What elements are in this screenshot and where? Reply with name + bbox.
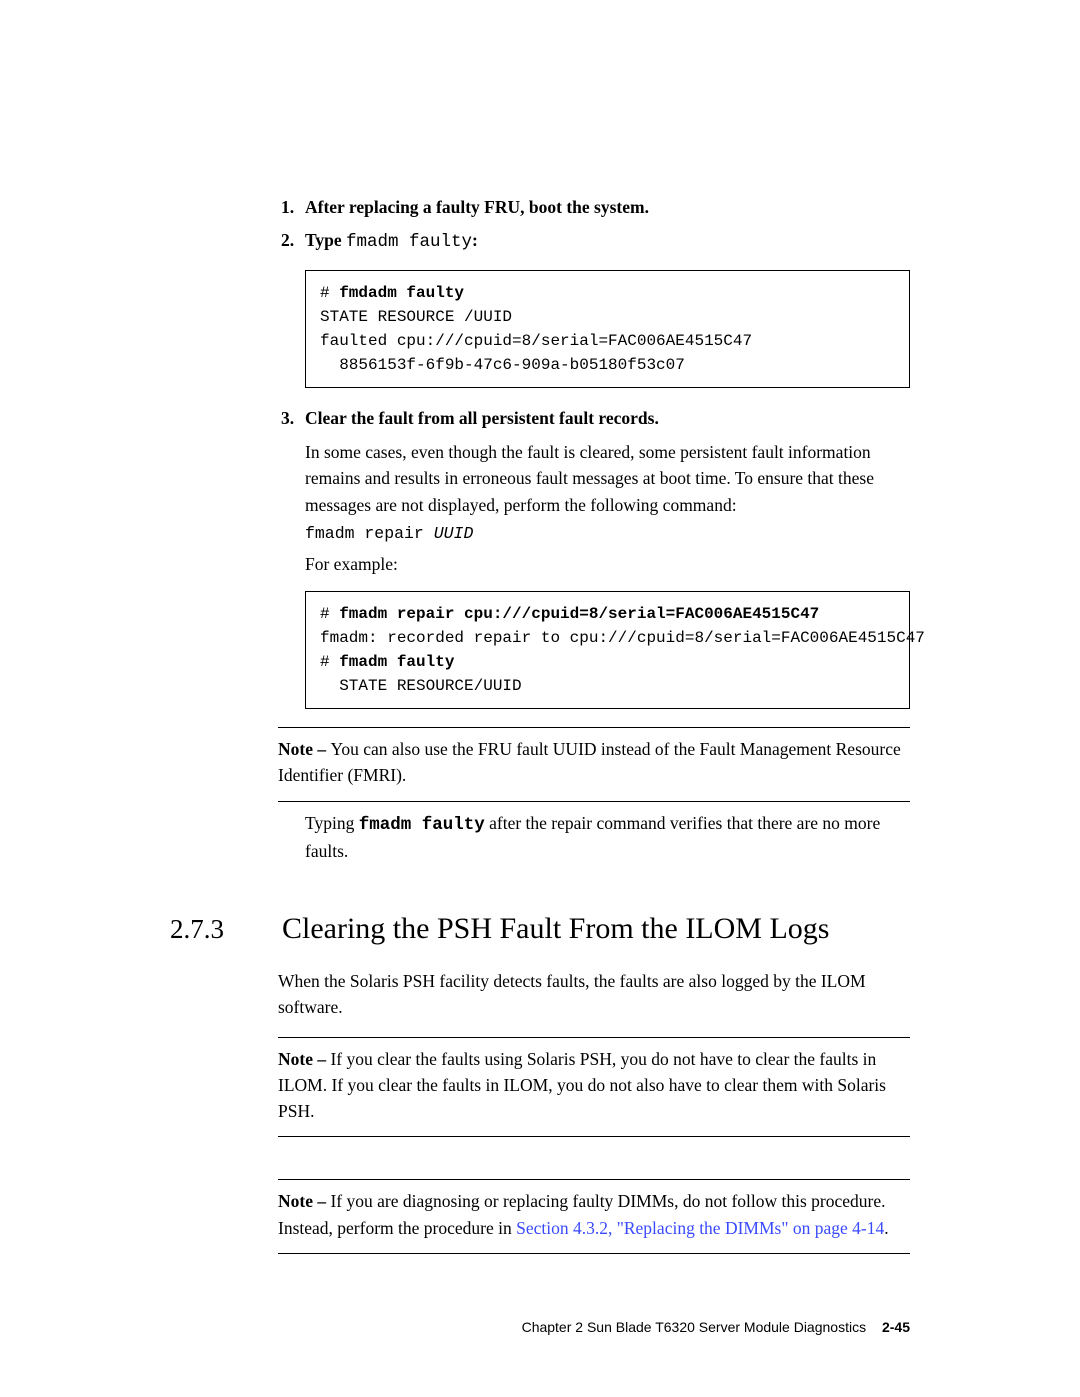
code-line: 8856153f-6f9b-47c6-909a-b05180f53c07: [320, 356, 685, 374]
page: 1. After replacing a faulty FRU, boot th…: [0, 0, 1080, 1397]
code-block-2: # fmadm repair cpu:///cpuid=8/serial=FAC…: [305, 591, 910, 709]
cmd-text: fmadm repair: [305, 524, 434, 543]
after-repair-text: Typing fmadm faulty after the repair com…: [305, 810, 910, 865]
note-3: Note – If you are diagnosing or replacin…: [278, 1188, 910, 1241]
text-a: Typing: [305, 813, 359, 833]
for-example: For example:: [305, 551, 910, 577]
divider: [278, 727, 910, 728]
step-number: 1.: [281, 195, 294, 220]
footer-page-number: 2-45: [882, 1319, 910, 1335]
code-line-cmd: fmadm faulty: [339, 653, 454, 671]
step-number: 3.: [281, 406, 294, 431]
section-intro: When the Solaris PSH facility detects fa…: [278, 968, 910, 1021]
footer-chapter: Chapter 2 Sun Blade T6320 Server Module …: [522, 1319, 867, 1335]
step-text-a: Type: [305, 230, 346, 250]
page-footer: Chapter 2 Sun Blade T6320 Server Module …: [522, 1319, 910, 1335]
code-block-1: # fmdadm faulty STATE RESOURCE /UUID fau…: [305, 270, 910, 388]
divider: [278, 1037, 910, 1038]
code-line: STATE RESOURCE /UUID: [320, 308, 512, 326]
step-text-b: :: [472, 230, 478, 250]
ordered-steps: 1. After replacing a faulty FRU, boot th…: [278, 195, 910, 256]
note-text: You can also use the FRU fault UUID inst…: [278, 739, 901, 785]
cmd-repair: fmadm repair UUID: [305, 524, 910, 543]
code-line: fmadm: recorded repair to cpu:///cpuid=8…: [320, 629, 925, 647]
section-body: When the Solaris PSH facility detects fa…: [278, 968, 910, 1254]
note-lead: Note –: [278, 739, 330, 759]
note-2: Note – If you clear the faults using Sol…: [278, 1046, 910, 1125]
note-lead: Note –: [278, 1049, 330, 1069]
note-text: If you clear the faults using Solaris PS…: [278, 1049, 886, 1122]
note-lead: Note –: [278, 1191, 330, 1211]
cmd-arg: UUID: [434, 524, 474, 543]
divider: [278, 801, 910, 802]
code-line-prompt: #: [320, 605, 339, 623]
code-line-cmd: fmadm repair cpu:///cpuid=8/serial=FAC00…: [339, 605, 819, 623]
section-number: 2.7.3: [170, 914, 224, 945]
code-container-1: # fmdadm faulty STATE RESOURCE /UUID fau…: [278, 270, 910, 388]
step-cmd: fmadm faulty: [346, 232, 472, 252]
section-heading: 2.7.3 Clearing the PSH Fault From the IL…: [170, 912, 910, 946]
step-text: Clear the fault from all persistent faul…: [305, 408, 659, 428]
divider: [278, 1253, 910, 1254]
step-number: 2.: [281, 228, 294, 253]
step-3: 3. Clear the fault from all persistent f…: [305, 406, 910, 431]
section-title: Clearing the PSH Fault From the ILOM Log…: [282, 912, 829, 946]
step3-body: In some cases, even though the fault is …: [278, 439, 910, 709]
divider: [278, 1179, 910, 1180]
step-2: 2. Type fmadm faulty:: [305, 228, 910, 255]
ordered-steps-cont: 3. Clear the fault from all persistent f…: [278, 406, 910, 431]
code-line-prompt: #: [320, 284, 339, 302]
note-1: Note – You can also use the FRU fault UU…: [278, 736, 910, 789]
note-1-block: Note – You can also use the FRU fault UU…: [278, 727, 910, 864]
step-text: After replacing a faulty FRU, boot the s…: [305, 197, 649, 217]
divider: [278, 1136, 910, 1137]
inline-cmd: fmadm faulty: [359, 815, 485, 835]
step-1: 1. After replacing a faulty FRU, boot th…: [305, 195, 910, 220]
code-line-prompt: #: [320, 653, 339, 671]
code-line: STATE RESOURCE/UUID: [320, 677, 522, 695]
code-line-cmd: fmdadm faulty: [339, 284, 464, 302]
code-line: faulted cpu:///cpuid=8/serial=FAC006AE45…: [320, 332, 752, 350]
para-clear-fault: In some cases, even though the fault is …: [305, 439, 910, 518]
cross-ref-link[interactable]: Section 4.3.2, "Replacing the DIMMs" on …: [516, 1218, 884, 1238]
note-text-b: .: [884, 1218, 888, 1238]
